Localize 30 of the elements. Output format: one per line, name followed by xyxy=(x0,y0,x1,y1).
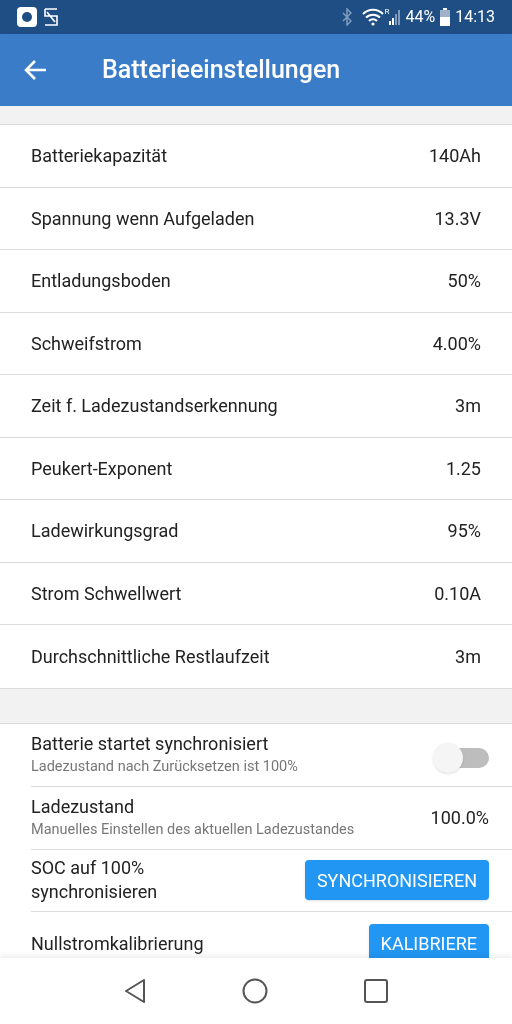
app-notification-icon xyxy=(17,7,37,27)
setting-row[interactable]: Durchschnittliche Restlaufzeit 3m xyxy=(0,625,512,688)
bluetooth-icon xyxy=(341,8,352,26)
page-title: Batterieeinstellungen xyxy=(102,54,341,87)
setting-row[interactable]: Spannung wenn Aufgeladen 13.3V xyxy=(0,187,512,250)
setting-label: SOC auf 100% synchronisieren xyxy=(31,856,159,904)
clock: 14:13 xyxy=(455,6,495,28)
setting-description: Ladezustand nach Zurücksetzen ist 100% xyxy=(31,756,298,777)
roaming-indicator: R xyxy=(384,6,390,18)
home-nav-icon[interactable] xyxy=(242,978,268,1004)
setting-value: 100.0% xyxy=(429,806,489,830)
notification-icon xyxy=(43,7,59,27)
setting-row[interactable]: Strom Schwellwert 0.10A xyxy=(0,562,512,625)
battery-icon xyxy=(440,8,451,26)
setting-label: Batterie startet synchronisiert xyxy=(31,731,270,756)
setting-label: Ladezustand xyxy=(31,794,136,819)
battery-percent: 44% xyxy=(405,6,436,28)
setting-row[interactable]: Zeit f. Ladezustandserkennung 3m xyxy=(0,375,512,438)
signal-icon xyxy=(389,9,402,25)
setting-description: Manuelles Einstellen des aktuellen Ladezustandes xyxy=(31,819,355,840)
setting-row[interactable]: Schweifstrom 4.00% xyxy=(0,312,512,375)
back-nav-icon[interactable] xyxy=(124,978,146,1004)
back-arrow-icon xyxy=(23,59,47,81)
wifi-icon xyxy=(361,8,384,26)
setting-row[interactable]: Batteriekapazität 140Ah xyxy=(0,125,512,188)
setting-row[interactable]: Peukert-Exponent 1.25 xyxy=(0,437,512,500)
recents-nav-icon[interactable] xyxy=(364,979,388,1003)
setting-label: Nullstromkalibrierung xyxy=(31,931,204,956)
setting-row[interactable]: Entladungsboden 50% xyxy=(0,250,512,313)
setting-row[interactable]: Ladewirkungsgrad 95% xyxy=(0,500,512,563)
